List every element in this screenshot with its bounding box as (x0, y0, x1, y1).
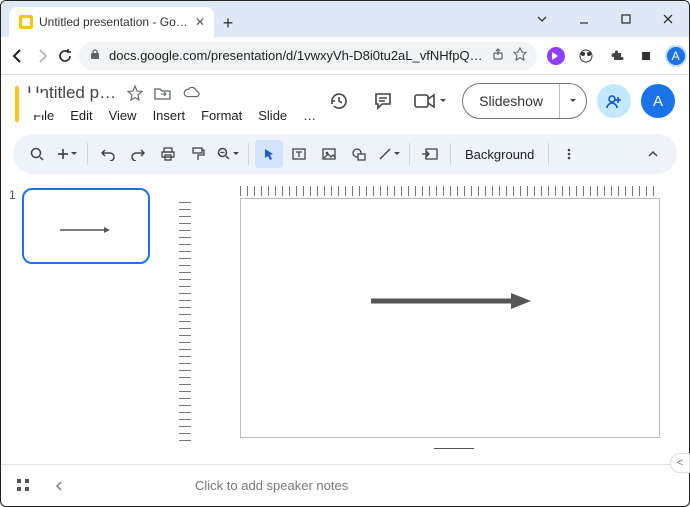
shape-tool[interactable] (345, 140, 373, 168)
footer: Click to add speaker notes (1, 464, 689, 506)
extension-box-icon[interactable] (633, 43, 659, 69)
slide-panel: 1 (1, 180, 176, 464)
menu-bar: File Edit View Insert Format Slide … (27, 105, 322, 126)
doc-header: Untitled p… File Edit View Insert Format… (1, 75, 689, 126)
reload-button[interactable] (57, 43, 73, 69)
explore-button[interactable] (47, 474, 71, 498)
side-panel-toggle[interactable]: < (670, 453, 690, 473)
move-folder-icon[interactable] (154, 84, 172, 102)
back-button[interactable] (9, 43, 27, 69)
textbox-tool[interactable] (285, 140, 313, 168)
close-tab-icon[interactable]: ✕ (194, 16, 206, 28)
grid-view-icon[interactable] (15, 477, 33, 495)
slideshow-dropdown[interactable] (560, 97, 586, 105)
slides-logo[interactable] (15, 86, 19, 122)
tab-title: Untitled presentation - Google S (39, 15, 188, 29)
redo-button[interactable] (124, 140, 152, 168)
arrow-shape[interactable] (371, 293, 531, 309)
notes-separator-handle[interactable] (434, 448, 474, 449)
cloud-status-icon[interactable] (182, 84, 200, 102)
vertical-ruler (176, 180, 194, 464)
zoom-button[interactable] (214, 140, 242, 168)
comments-icon[interactable] (366, 84, 400, 118)
slide[interactable] (240, 198, 660, 438)
line-tool[interactable] (375, 140, 403, 168)
url-text: docs.google.com/presentation/d/1vwxyVh-D… (109, 48, 483, 63)
window-close[interactable] (647, 1, 689, 37)
print-button[interactable] (154, 140, 182, 168)
caret-down-icon (438, 97, 448, 105)
new-slide-button[interactable] (53, 140, 81, 168)
image-tool[interactable] (315, 140, 343, 168)
slideshow-label[interactable]: Slideshow (463, 84, 560, 118)
extension-play-icon[interactable] (543, 43, 569, 69)
window-maximize[interactable] (605, 1, 647, 37)
background-button[interactable]: Background (457, 140, 542, 168)
history-icon[interactable] (322, 84, 356, 118)
slide-canvas[interactable] (194, 198, 689, 464)
paint-format-button[interactable] (184, 140, 212, 168)
select-tool[interactable] (255, 140, 283, 168)
horizontal-ruler (194, 180, 689, 198)
browser-titlebar: Untitled presentation - Google S ✕ + (1, 1, 689, 37)
slide-number: 1 (9, 188, 16, 456)
menu-more[interactable]: … (297, 105, 322, 126)
menu-edit[interactable]: Edit (64, 105, 98, 126)
undo-button[interactable] (94, 140, 122, 168)
browser-tab[interactable]: Untitled presentation - Google S ✕ (9, 7, 214, 37)
menu-format[interactable]: Format (195, 105, 248, 126)
speaker-notes-placeholder[interactable]: Click to add speaker notes (195, 478, 348, 493)
transition-button[interactable] (416, 140, 444, 168)
menu-view[interactable]: View (103, 105, 143, 126)
account-avatar[interactable]: A (641, 84, 675, 118)
slideshow-button[interactable]: Slideshow (462, 83, 587, 119)
thumb-arrow-shape (60, 227, 110, 233)
toolbar: Background (13, 134, 677, 174)
bookmark-icon[interactable] (513, 47, 527, 64)
new-tab-button[interactable]: + (214, 9, 242, 37)
star-icon[interactable] (126, 84, 144, 102)
more-tools[interactable] (555, 140, 583, 168)
collapse-toolbar[interactable] (639, 140, 667, 168)
edit-area: 1 (1, 180, 689, 464)
slide-thumbnail[interactable] (22, 188, 150, 264)
search-tool[interactable] (23, 140, 51, 168)
window-minimize[interactable] (563, 1, 605, 37)
slides-favicon (19, 15, 33, 29)
extension-panda-icon[interactable] (573, 43, 599, 69)
forward-button[interactable] (33, 43, 51, 69)
share-url-icon[interactable] (491, 47, 505, 64)
extensions-puzzle-icon[interactable] (603, 43, 629, 69)
browser-profile-avatar[interactable]: A (663, 43, 689, 69)
lock-icon (89, 48, 101, 63)
url-box[interactable]: docs.google.com/presentation/d/1vwxyVh-D… (79, 42, 537, 70)
menu-slide[interactable]: Slide (252, 105, 293, 126)
meet-button[interactable] (410, 84, 452, 118)
address-bar: docs.google.com/presentation/d/1vwxyVh-D… (1, 37, 689, 75)
window-chevron[interactable] (521, 1, 563, 37)
share-button[interactable] (597, 84, 631, 118)
menu-insert[interactable]: Insert (147, 105, 192, 126)
